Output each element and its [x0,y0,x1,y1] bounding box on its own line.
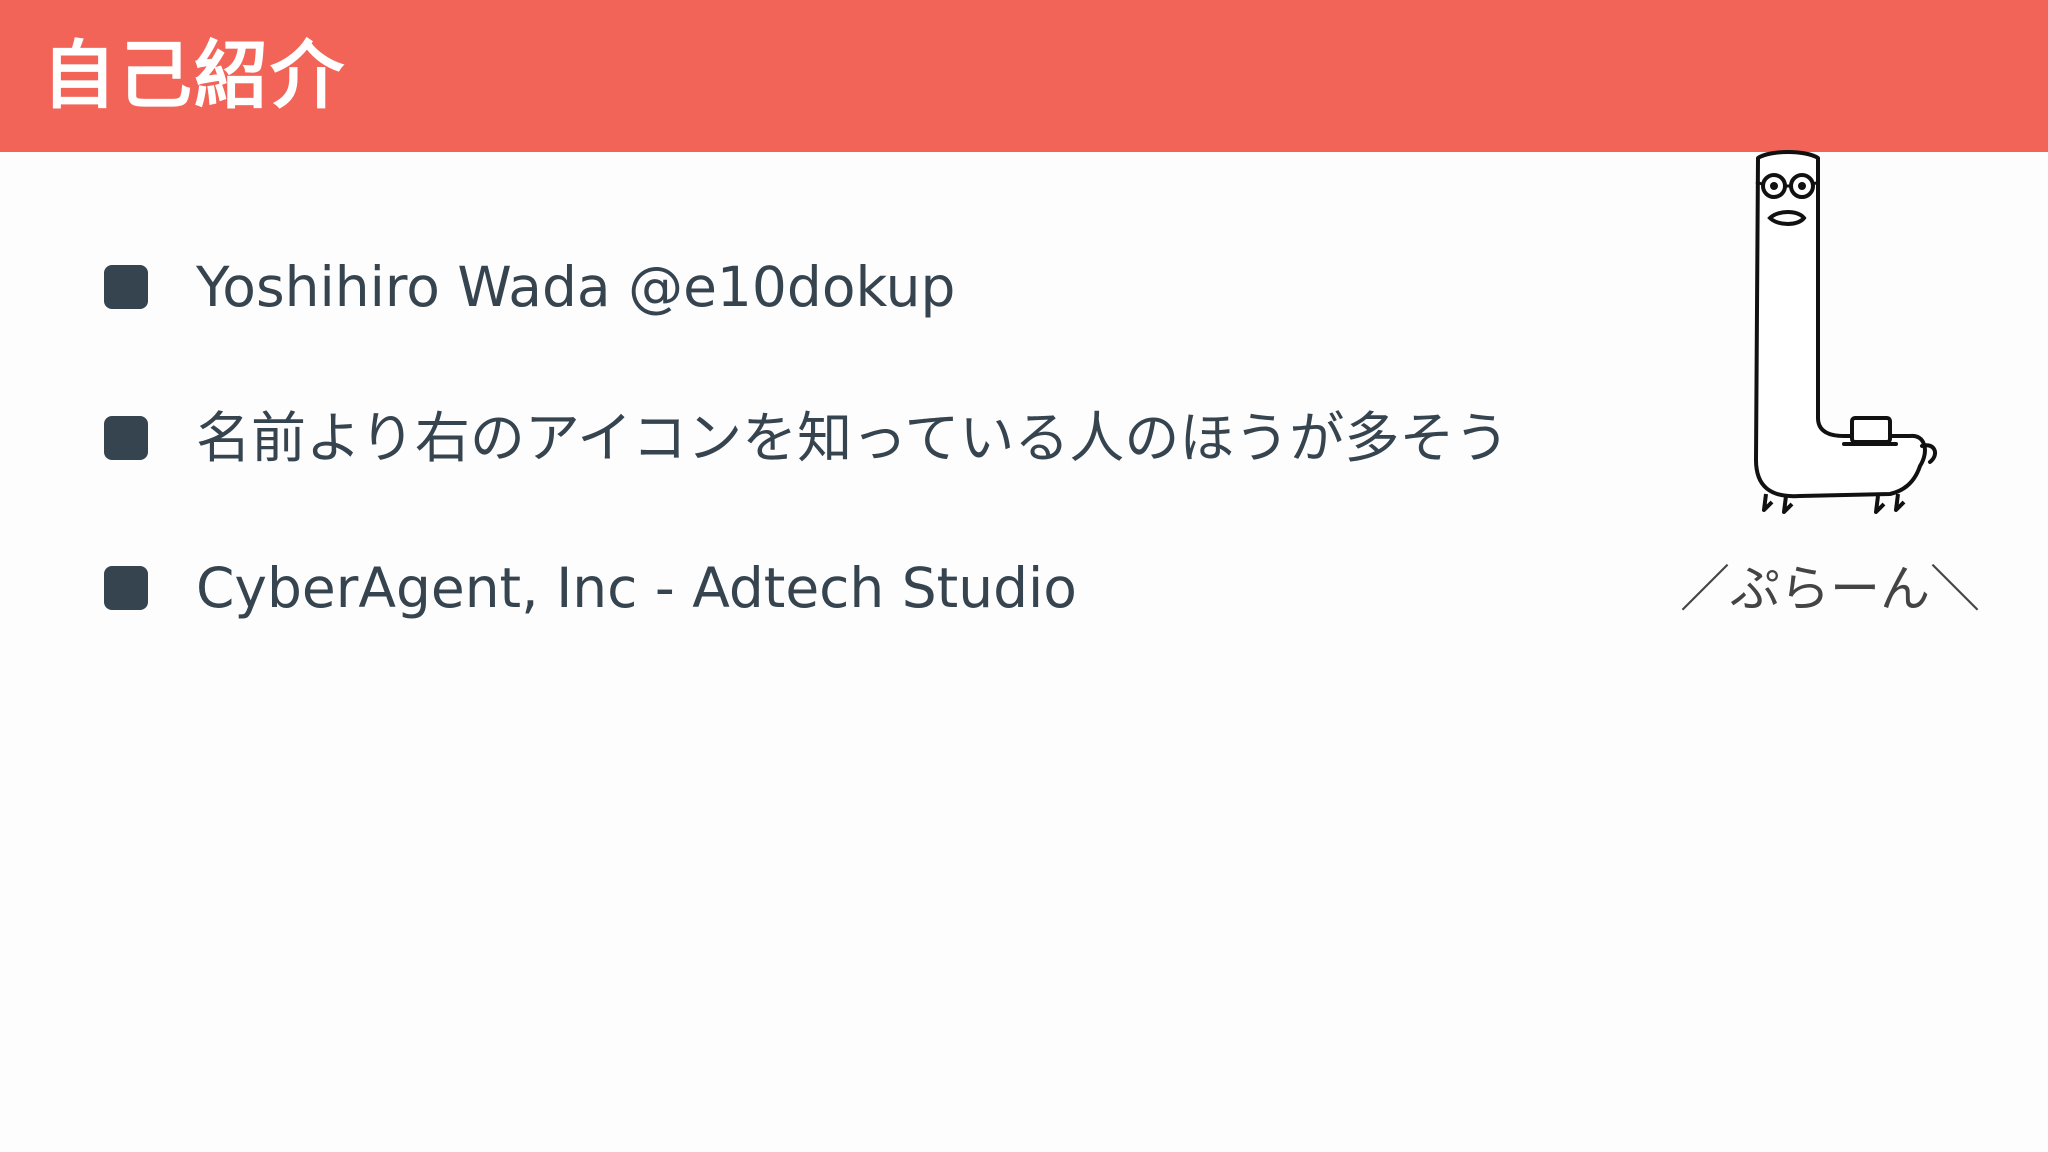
slide: 自己紹介 Yoshihiro Wada @e10dokup 名前より右のアイコン… [0,0,2048,1152]
bullet-item-name: Yoshihiro Wada @e10dokup [104,252,955,322]
icon-caption: ／ぷらーん＼ [1680,560,1980,618]
bullet-item-company: CyberAgent, Inc - Adtech Studio [104,553,1077,623]
bullet-marker [104,416,148,460]
bullet-marker [104,265,148,309]
bullet-item-icon-note: 名前より右のアイコンを知っている人のほうが多そう [104,403,1509,473]
bullet-list: Yoshihiro Wada @e10dokup 名前より右のアイコンを知ってい… [0,0,1600,700]
l-shaped-character-icon [1740,150,1950,520]
bullet-marker [104,566,148,610]
bullet-text: CyberAgent, Inc - Adtech Studio [196,556,1077,620]
bullet-text: 名前より右のアイコンを知っている人のほうが多そう [196,406,1510,470]
bullet-text: Yoshihiro Wada @e10dokup [196,255,956,319]
